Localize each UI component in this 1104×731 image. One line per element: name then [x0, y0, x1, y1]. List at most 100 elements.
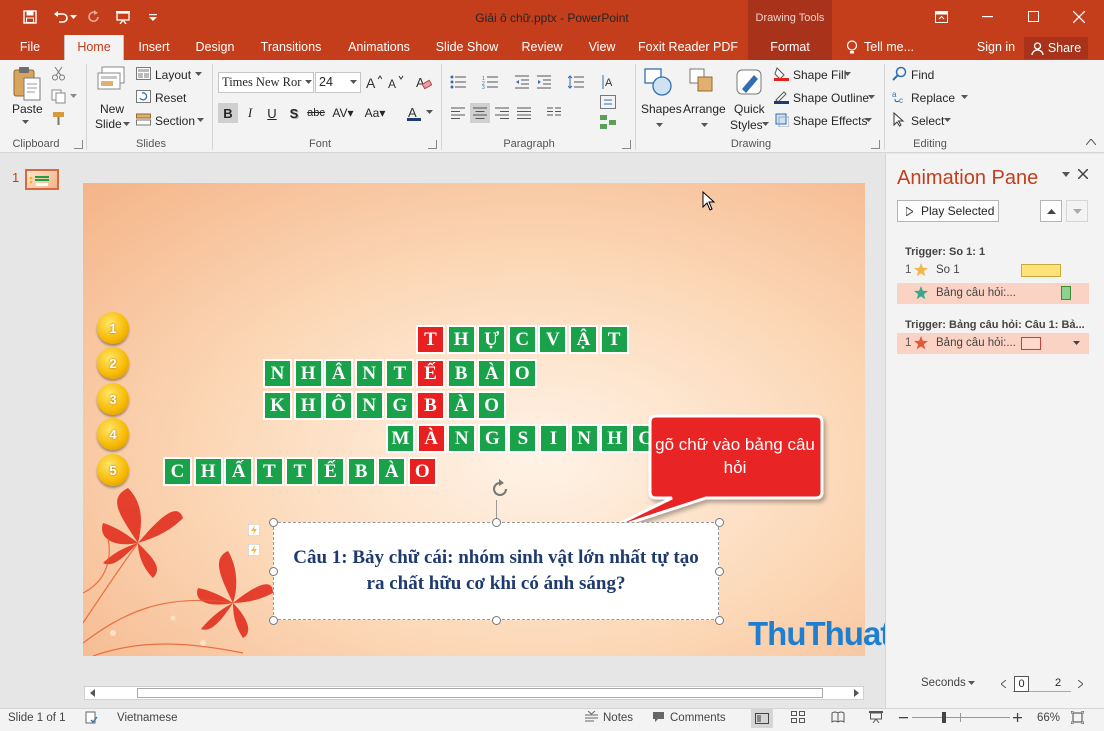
- crossword-cell[interactable]: Ô: [324, 391, 354, 420]
- zoom-out-icon[interactable]: [899, 713, 909, 723]
- resize-handle[interactable]: [269, 518, 278, 527]
- seconds-dropdown[interactable]: Seconds: [921, 677, 966, 689]
- shapes-icon[interactable]: [643, 67, 675, 99]
- new-slide-label-2[interactable]: Slide: [95, 117, 122, 131]
- slide-show-icon[interactable]: [869, 711, 885, 725]
- crossword-cell[interactable]: G: [477, 424, 507, 453]
- crossword-cell[interactable]: N: [263, 359, 292, 388]
- select-dropdown-icon[interactable]: [944, 118, 952, 124]
- tab-view[interactable]: View: [580, 35, 624, 60]
- font-size-dropdown-icon[interactable]: [350, 80, 358, 86]
- section-icon[interactable]: [136, 113, 152, 127]
- timeline-scroll-left-icon[interactable]: [1001, 680, 1009, 690]
- crossword-cell[interactable]: À: [477, 359, 507, 388]
- layout-dropdown-icon[interactable]: [195, 72, 203, 78]
- number-badge-4[interactable]: 4: [97, 418, 129, 450]
- notes-icon[interactable]: [585, 711, 599, 725]
- numbering-icon[interactable]: 123: [480, 72, 500, 92]
- shape-effects-dropdown-icon[interactable]: [865, 118, 873, 124]
- normal-view-icon[interactable]: [751, 709, 773, 728]
- move-down-button[interactable]: [1066, 200, 1088, 222]
- shape-effects-icon[interactable]: [774, 112, 790, 128]
- arrange-button[interactable]: Arrange: [683, 102, 726, 116]
- paste-dropdown-icon[interactable]: [22, 120, 30, 126]
- text-shadow-icon[interactable]: S: [284, 103, 304, 123]
- crossword-cell[interactable]: T: [254, 457, 284, 486]
- shape-outline-icon[interactable]: [774, 89, 790, 105]
- crossword-cell[interactable]: À: [446, 391, 476, 420]
- resize-handle[interactable]: [715, 616, 724, 625]
- justify-icon[interactable]: [514, 103, 534, 123]
- pane-options-icon[interactable]: [1062, 172, 1072, 180]
- crossword-cell[interactable]: Ậ: [569, 325, 598, 354]
- crossword-cell[interactable]: Ự: [477, 325, 507, 354]
- question-textbox[interactable]: Câu 1: Bảy chữ cái: nhóm sinh vật lớn nh…: [273, 522, 719, 620]
- drawing-launcher-icon[interactable]: [871, 140, 880, 149]
- align-text-icon[interactable]: [598, 92, 618, 112]
- timeline-scroll-right-icon[interactable]: [1078, 680, 1086, 690]
- smartart-icon[interactable]: [598, 112, 618, 132]
- spell-check-icon[interactable]: [85, 711, 99, 725]
- timing-bar[interactable]: [1061, 286, 1071, 300]
- seconds-dropdown-icon[interactable]: [968, 681, 976, 687]
- shapes-button[interactable]: Shapes: [641, 102, 682, 116]
- resize-handle[interactable]: [269, 567, 278, 576]
- quick-styles-dropdown-icon[interactable]: [762, 122, 770, 128]
- crossword-cell[interactable]: Â: [324, 359, 354, 388]
- rotate-handle-icon[interactable]: [489, 478, 513, 502]
- bold-icon[interactable]: B: [218, 103, 238, 123]
- zoom-slider[interactable]: [912, 717, 1010, 718]
- animation-tag-icon[interactable]: [248, 544, 262, 558]
- quick-styles-label-1[interactable]: Quick: [734, 102, 765, 116]
- crossword-cell[interactable]: K: [263, 391, 292, 420]
- align-left-icon[interactable]: [448, 103, 468, 123]
- crossword-cell[interactable]: Ế: [316, 457, 345, 486]
- animation-tag-icon[interactable]: [248, 524, 262, 538]
- tab-animations[interactable]: Animations: [340, 35, 418, 60]
- number-badge-2[interactable]: 2: [97, 347, 129, 379]
- fit-to-window-icon[interactable]: [1071, 711, 1085, 725]
- font-name-box[interactable]: Times New Ror: [218, 72, 314, 93]
- crossword-cell[interactable]: G: [385, 391, 415, 420]
- shape-fill-button[interactable]: Shape Fill: [793, 68, 846, 82]
- ribbon-display-options-icon[interactable]: [918, 0, 964, 33]
- line-spacing-icon[interactable]: [566, 72, 586, 92]
- clipboard-launcher-icon[interactable]: [74, 140, 83, 149]
- crossword-cell[interactable]: B: [446, 359, 476, 388]
- select-cursor-icon[interactable]: [893, 112, 909, 128]
- crossword-cell[interactable]: T: [385, 359, 415, 388]
- arrange-icon[interactable]: [688, 67, 720, 99]
- paste-label[interactable]: Paste: [12, 102, 43, 116]
- tab-format[interactable]: Format: [756, 35, 824, 60]
- collapse-ribbon-icon[interactable]: [1086, 139, 1098, 149]
- decrease-font-size-icon[interactable]: A: [386, 72, 406, 92]
- crossword-cell[interactable]: C: [507, 325, 537, 354]
- tab-transitions[interactable]: Transitions: [252, 35, 330, 60]
- resize-handle[interactable]: [492, 518, 501, 527]
- text-direction-icon[interactable]: A: [598, 72, 618, 92]
- quick-styles-label-2[interactable]: Styles: [730, 118, 763, 132]
- share-button[interactable]: Share: [1024, 37, 1088, 59]
- crossword-cell[interactable]: N: [354, 359, 384, 388]
- format-painter-icon[interactable]: [51, 111, 67, 127]
- crossword-cell[interactable]: H: [293, 359, 323, 388]
- tab-design[interactable]: Design: [188, 35, 242, 60]
- shape-fill-dropdown-icon[interactable]: [844, 72, 852, 78]
- tab-file[interactable]: File: [10, 35, 50, 60]
- quick-styles-icon[interactable]: [734, 67, 766, 99]
- crossword-cell[interactable]: Ấ: [224, 457, 254, 486]
- crossword-cell[interactable]: T: [285, 457, 315, 486]
- replace-button[interactable]: Replace: [911, 91, 955, 105]
- scroll-left-icon[interactable]: [86, 687, 98, 699]
- crossword-cell[interactable]: B: [416, 391, 445, 420]
- increase-font-size-icon[interactable]: A: [364, 72, 384, 92]
- font-launcher-icon[interactable]: [428, 140, 437, 149]
- paste-icon[interactable]: [10, 66, 44, 106]
- font-color-dropdown-icon[interactable]: [426, 110, 434, 116]
- find-button[interactable]: Find: [911, 68, 934, 82]
- timeline-start[interactable]: 0: [1014, 676, 1029, 692]
- close-window-icon[interactable]: [1056, 0, 1102, 33]
- crossword-cell[interactable]: N: [447, 424, 477, 453]
- section-button[interactable]: Section: [155, 114, 195, 128]
- crossword-cell[interactable]: T: [416, 325, 445, 354]
